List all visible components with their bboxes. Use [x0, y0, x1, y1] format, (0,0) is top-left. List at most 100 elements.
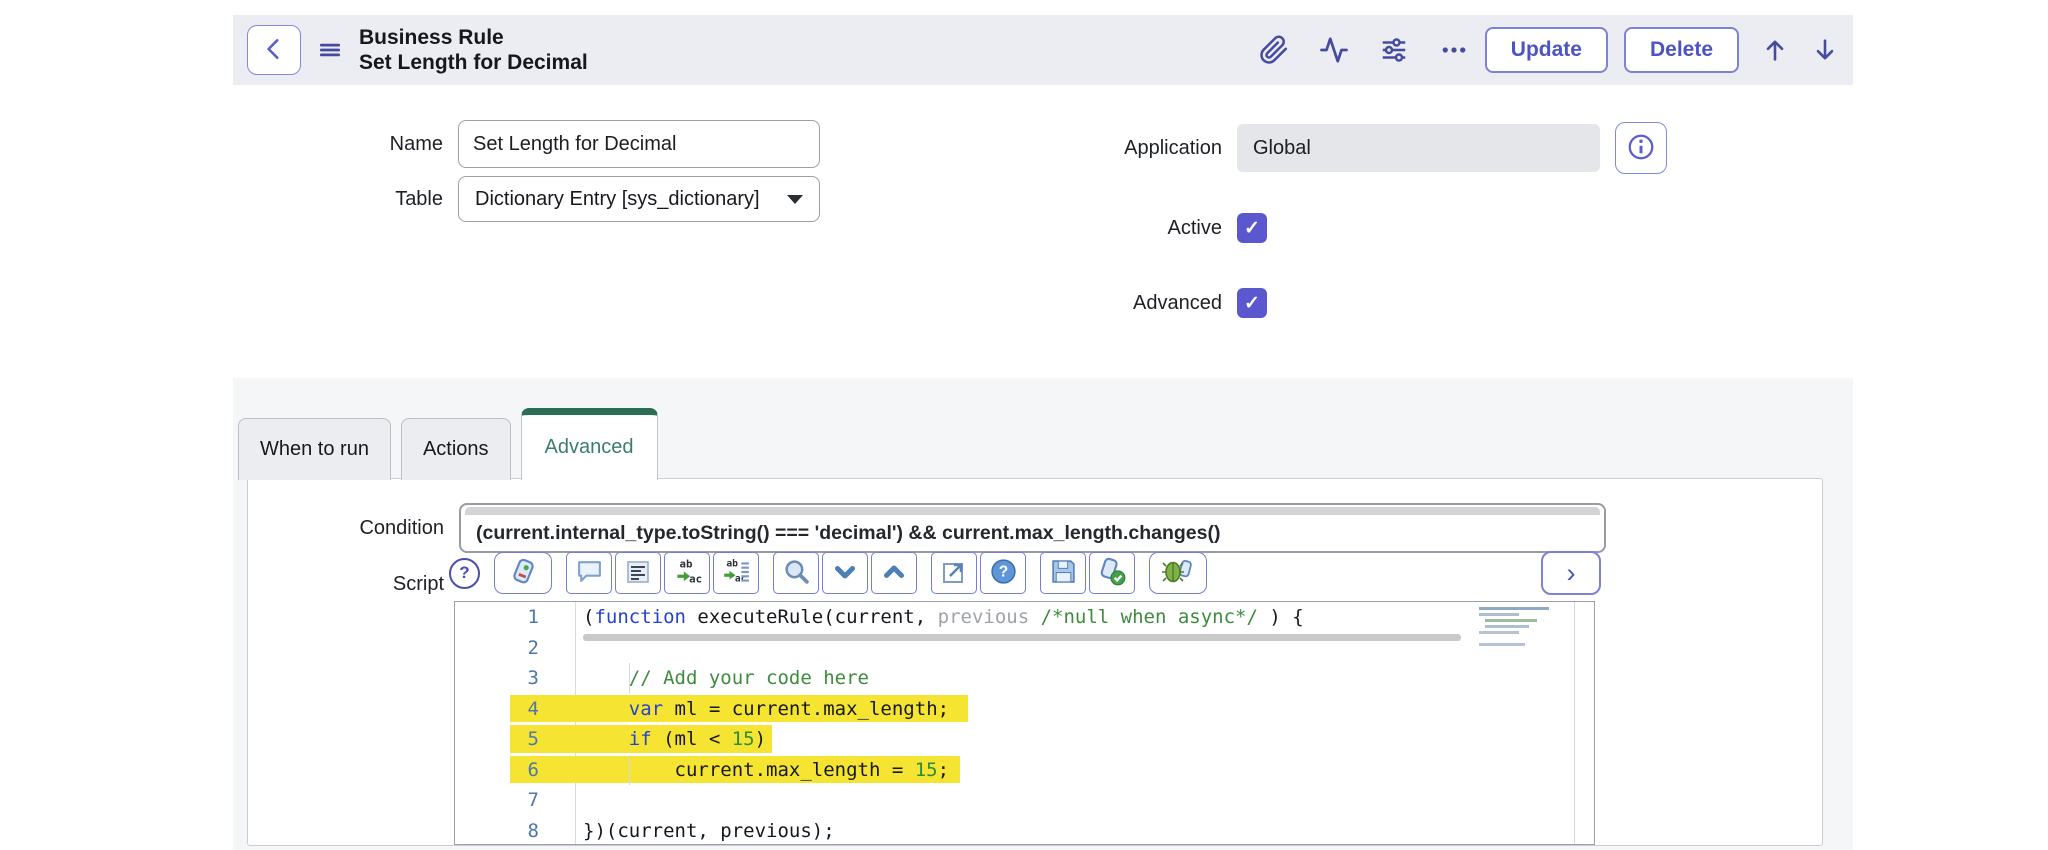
name-input[interactable] [458, 120, 820, 168]
table-select[interactable]: Dictionary Entry [sys_dictionary] [458, 176, 820, 222]
expand-editor-button[interactable]: › [1541, 551, 1601, 595]
line-number: 4 [455, 698, 575, 720]
debug-button[interactable] [1149, 552, 1207, 594]
code-line[interactable]: 3 // Add your code here [455, 663, 1594, 694]
check-icon: ✓ [1244, 217, 1260, 240]
find-previous-button[interactable] [871, 552, 917, 594]
code-line[interactable]: 7 [455, 785, 1594, 816]
arrow-down-icon[interactable] [1811, 36, 1839, 64]
line-number: 7 [455, 789, 575, 811]
chevron-up-icon [881, 559, 907, 588]
open-in-new-window-button[interactable] [931, 552, 977, 594]
script-editor-toolbar: ? abac abac? [449, 549, 1207, 597]
svg-text:ab: ab [726, 558, 738, 569]
syntax-check-button[interactable] [1089, 552, 1135, 594]
more-actions-icon[interactable] [1439, 35, 1469, 65]
record-title-block: Business Rule Set Length for Decimal [359, 25, 588, 75]
context-menu-icon[interactable] [317, 37, 343, 63]
editor-minimap [1477, 605, 1551, 651]
form-header: Business Rule Set Length for Decimal Upd… [233, 15, 1853, 85]
code-line[interactable]: 8})(current, previous); [455, 816, 1594, 846]
application-label: Application [1002, 137, 1237, 160]
tab-actions[interactable]: Actions [401, 418, 511, 480]
application-field-row: Application Global [1002, 122, 1667, 174]
delete-button[interactable]: Delete [1624, 27, 1739, 73]
code-text: (function executeRule(current, previous … [575, 606, 1304, 628]
activity-icon[interactable] [1319, 35, 1349, 65]
toggle-comment-button[interactable] [566, 552, 612, 594]
code-line[interactable]: 6 current.max_length = 15; [455, 755, 1594, 786]
svg-text:ab: ab [680, 557, 693, 570]
active-checkbox[interactable]: ✓ [1237, 213, 1267, 243]
business-rule-form-page: Business Rule Set Length for Decimal Upd… [0, 0, 2048, 850]
active-label: Active [1002, 217, 1237, 240]
code-line[interactable]: 1(function executeRule(current, previous… [455, 602, 1594, 633]
name-field-row: Name [223, 120, 820, 168]
replace-all-button[interactable]: abac [713, 552, 759, 594]
tab-when-to-run[interactable]: When to run [238, 418, 391, 480]
code-text: current.max_length = 15; [575, 759, 949, 781]
application-info-button[interactable] [1615, 122, 1667, 174]
paperclip-icon[interactable] [1259, 35, 1289, 65]
check-icon: ✓ [1244, 292, 1260, 315]
update-button[interactable]: Update [1485, 27, 1608, 73]
format-code-button[interactable] [615, 552, 661, 594]
condition-label: Condition [284, 517, 459, 540]
code-text: })(current, previous); [575, 820, 835, 842]
editor-help-button[interactable]: ? [980, 552, 1026, 594]
sliders-icon[interactable] [1379, 35, 1409, 65]
toolbar-group [773, 552, 917, 594]
code-text: var ml = current.max_length; [575, 698, 949, 720]
script-code-editor[interactable]: 1(function executeRule(current, previous… [454, 601, 1595, 845]
advanced-tab-content: Condition Script ? abac abac? › 1(function… [247, 478, 1823, 846]
code-line[interactable]: 4 var ml = current.max_length; [455, 694, 1594, 725]
replace-button[interactable]: abac [664, 552, 710, 594]
condition-input[interactable] [474, 518, 1594, 548]
arrow-up-icon[interactable] [1761, 36, 1789, 64]
table-label: Table [223, 188, 458, 211]
back-button[interactable] [247, 25, 301, 75]
script-help-icon[interactable]: ? [449, 558, 480, 589]
toolbar-group: abac abac [566, 552, 759, 594]
toolbar-group [1149, 552, 1207, 594]
tabs-panel: When to runActionsAdvanced Condition Scr… [233, 378, 1853, 850]
caret-down-icon [787, 195, 803, 204]
table-select-value: Dictionary Entry [sys_dictionary] [475, 188, 760, 211]
page-title: Business Rule [359, 25, 588, 50]
tab-advanced[interactable]: Advanced [521, 408, 658, 480]
line-number: 6 [455, 759, 575, 781]
condition-scrollbar[interactable] [465, 507, 1600, 515]
bug-icon [1161, 557, 1195, 590]
advanced-field-row: Advanced ✓ [1002, 288, 1267, 318]
replace-all-icon: abac [721, 557, 751, 590]
line-number: 2 [455, 637, 575, 659]
scroll-icon [507, 556, 539, 591]
scroll-check-icon [1097, 557, 1127, 590]
record-name: Set Length for Decimal [359, 50, 588, 75]
table-field-row: Table Dictionary Entry [sys_dictionary] [223, 176, 820, 222]
search-button[interactable] [773, 552, 819, 594]
advanced-checkbox[interactable]: ✓ [1237, 288, 1267, 318]
code-line[interactable]: 5 if (ml < 15) [455, 724, 1594, 755]
find-next-button[interactable] [822, 552, 868, 594]
replace-icon: abac [672, 557, 702, 590]
line-number: 3 [455, 667, 575, 689]
save-button[interactable] [1040, 552, 1086, 594]
name-label: Name [223, 133, 458, 156]
format-icon [625, 559, 651, 588]
script-label: Script [284, 573, 459, 596]
comment-icon [576, 558, 603, 588]
info-icon [1626, 132, 1656, 165]
tab-bar: When to runActionsAdvanced [238, 410, 658, 480]
line-number: 1 [455, 606, 575, 628]
syntax-editor-toggle-button[interactable] [494, 552, 552, 594]
editor-scrollbar[interactable] [1574, 602, 1575, 844]
editor-horizontal-scrollbar[interactable] [583, 634, 1461, 641]
line-number: 5 [455, 728, 575, 750]
application-value: Global [1253, 137, 1311, 160]
chevron-left-icon [261, 36, 287, 65]
chevron-down-icon [832, 559, 858, 588]
toolbar-group [494, 552, 552, 594]
save-icon [1050, 558, 1077, 588]
open-new-icon [941, 559, 967, 588]
